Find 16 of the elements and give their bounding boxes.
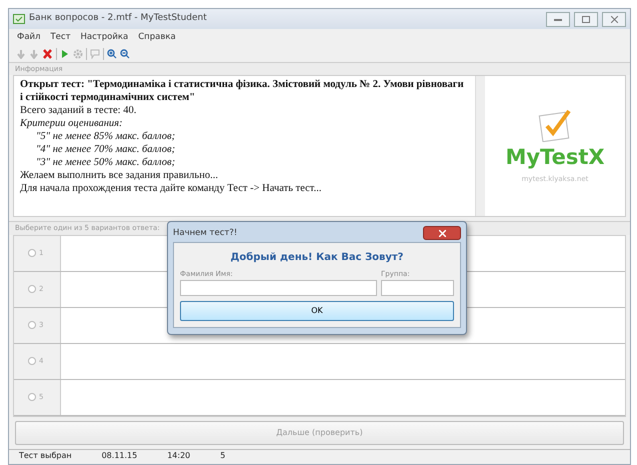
info-text: Всего заданий в тесте: 40. <box>20 104 138 118</box>
status-text: 14:20 <box>167 450 190 462</box>
dialog-heading: Добрый день! Как Вас Зовут? <box>230 251 404 265</box>
status-text: Тест выбран <box>19 450 72 462</box>
status-text: 08.11.15 <box>102 450 138 462</box>
info-text: "3" не менее 50% макс. баллов; <box>35 156 176 170</box>
info-text: Критерии оценивания: <box>20 117 124 130</box>
info-text: Открыт тест: "Термодинаміка і статистична фізика. Змістовий модуль № 2. Умови рівноваги і стійкості термодинамічних систем" <box>20 78 465 104</box>
status-text: 5 <box>220 450 226 462</box>
logo-text: MyTestX <box>505 144 605 172</box>
info-text: Для начала прохождения теста дайте команду Тест -> Начать тест... <box>20 182 322 196</box>
info-text: "4" не менее 70% макс. баллов; <box>35 143 176 156</box>
info-text: Желаем выполнить все задания правильно... <box>20 169 219 182</box>
dialog-title: Начнем тест?! <box>173 226 238 240</box>
info-text: "5" не менее 85% макс. баллов; <box>35 130 176 144</box>
window-title: Банк вопросов - 2.mtf - MyTestStudent <box>29 12 208 26</box>
